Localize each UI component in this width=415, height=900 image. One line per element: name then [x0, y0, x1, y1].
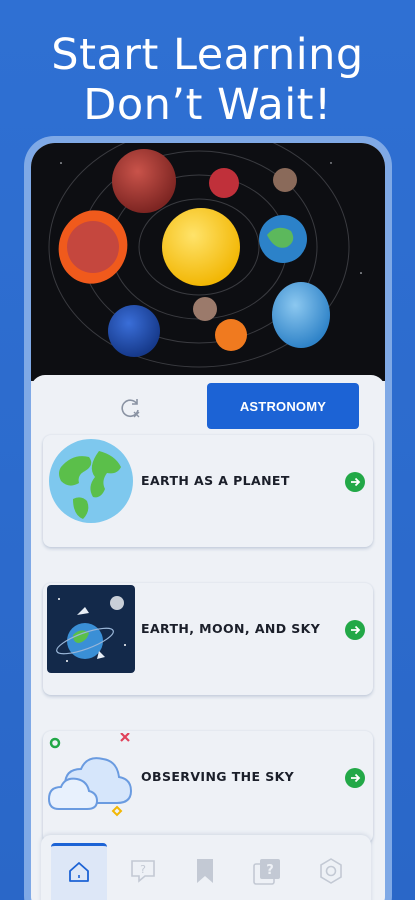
headline-line-2: Don’t Wait!	[83, 80, 332, 130]
arrow-right-icon[interactable]	[345, 472, 365, 492]
lesson-title: EARTH AS A PLANET	[141, 473, 290, 488]
arrow-right-icon[interactable]	[345, 768, 365, 788]
bookmark-icon	[194, 857, 216, 890]
question-cards-icon: ?	[252, 857, 282, 890]
lesson-card-earth-moon-and-sky[interactable]: EARTH, MOON, AND SKY	[43, 583, 373, 695]
solar-system-image	[31, 143, 385, 381]
clouds-icon	[47, 732, 135, 821]
svg-text:?: ?	[140, 863, 146, 876]
earth-moon-icon	[47, 585, 135, 673]
home-icon	[66, 859, 92, 890]
nav-bookmarks[interactable]	[177, 843, 233, 900]
category-astronomy-button[interactable]: ASTRONOMY	[207, 383, 359, 429]
lesson-card-observing-the-sky[interactable]: OBSERVING THE SKY	[43, 731, 373, 843]
svg-text:?: ?	[266, 863, 274, 878]
arrow-right-icon[interactable]	[345, 620, 365, 640]
nav-questions[interactable]: ?	[239, 843, 295, 900]
lesson-panel: ASTRONOMY EARTH AS A PLANET EARTH, MOON,…	[31, 375, 385, 900]
headline-line-1: Start Learning	[51, 30, 364, 80]
bottom-navigation: ? ?	[41, 835, 371, 900]
phone-frame: ASTRONOMY EARTH AS A PLANET EARTH, MOON,…	[24, 136, 392, 900]
app-screen: ASTRONOMY EARTH AS A PLANET EARTH, MOON,…	[31, 143, 385, 900]
promo-headline: Start Learning Don’t Wait!	[0, 30, 415, 130]
lesson-title: EARTH, MOON, AND SKY	[141, 621, 321, 636]
nav-home[interactable]	[51, 843, 107, 900]
earth-globe-icon	[47, 437, 135, 525]
nav-quiz[interactable]: ?	[115, 843, 171, 900]
lesson-title: OBSERVING THE SKY	[141, 769, 295, 784]
nav-settings[interactable]	[303, 843, 359, 900]
refresh-icon[interactable]	[117, 395, 143, 421]
lesson-card-earth-as-a-planet[interactable]: EARTH AS A PLANET	[43, 435, 373, 547]
settings-icon	[317, 857, 345, 890]
quiz-bubble-icon: ?	[129, 858, 157, 889]
